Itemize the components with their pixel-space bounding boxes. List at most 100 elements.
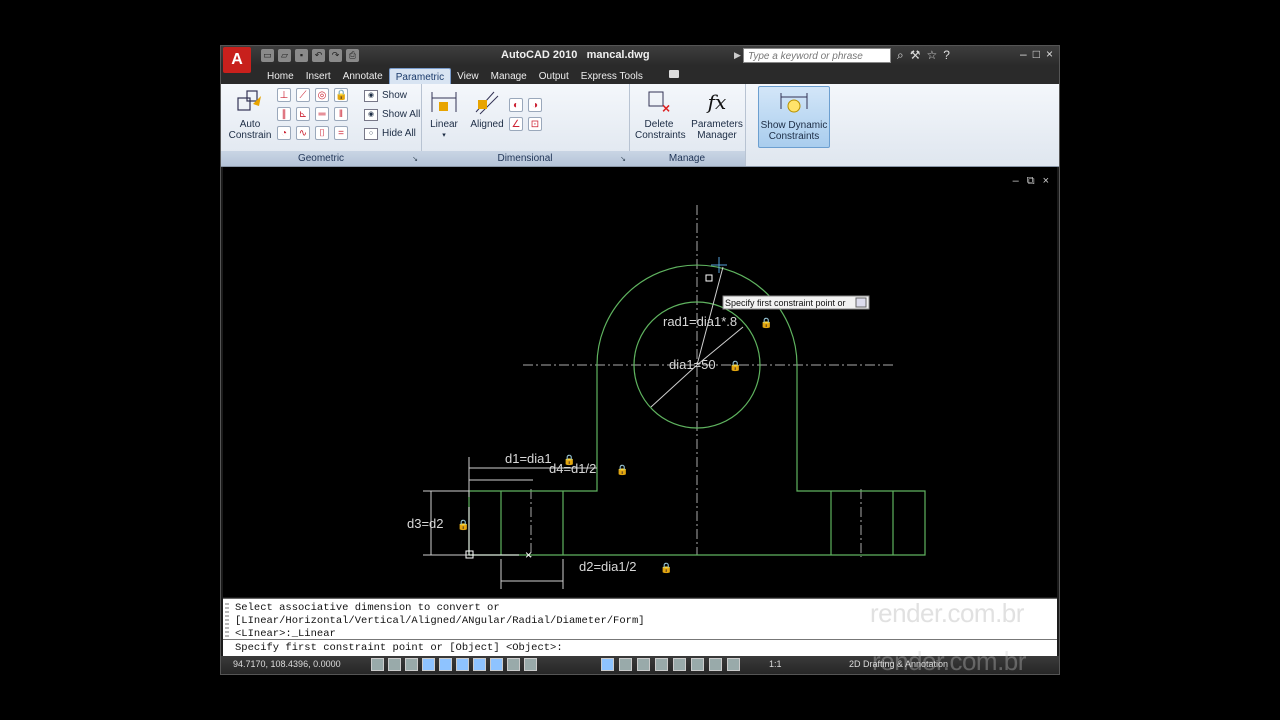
- polar-toggle[interactable]: [422, 658, 435, 671]
- tools-icon[interactable]: ⚒: [910, 48, 921, 63]
- lock-icon: 🔒: [660, 562, 672, 574]
- binoculars-icon[interactable]: ⌕: [897, 48, 904, 63]
- new-file-icon[interactable]: ▭: [261, 49, 274, 62]
- file-name: mancal.dwg: [586, 49, 650, 61]
- command-history-line-2: [LInear/Horizontal/Vertical/Aligned/ANgu…: [235, 615, 645, 627]
- auto-constrain-label: Auto: [239, 119, 261, 130]
- d3-label[interactable]: d3=d2: [407, 516, 444, 531]
- ribbon-minimize-button[interactable]: [669, 70, 679, 78]
- zoom-button[interactable]: [691, 658, 704, 671]
- diameter-constraint-icon[interactable]: ◑: [528, 98, 542, 112]
- geometric-dialog-launcher-icon[interactable]: ↘: [412, 155, 418, 163]
- angular-constraint-icon[interactable]: ∠: [509, 117, 523, 131]
- show-all-button[interactable]: ◉ Show All: [364, 105, 420, 124]
- dimensional-small-tools: ◐ ◑ ∠ ⊡: [509, 98, 542, 133]
- hide-all-button[interactable]: ○ Hide All: [364, 124, 420, 143]
- tooltip-options-icon[interactable]: [855, 297, 867, 308]
- hide-all-label: Hide All: [382, 128, 416, 139]
- maximize-icon[interactable]: □: [1033, 47, 1040, 61]
- search-expand-icon[interactable]: ▶: [734, 50, 741, 61]
- perpendicular-icon[interactable]: ⊾: [296, 107, 310, 121]
- fix-icon[interactable]: 🔒: [334, 88, 348, 102]
- show-icon: ◉: [364, 89, 378, 102]
- aligned-button[interactable]: Aligned: [467, 88, 507, 130]
- showmotion-button[interactable]: [727, 658, 740, 671]
- lock-icon: 🔒: [563, 454, 575, 466]
- model-space-button[interactable]: [601, 658, 614, 671]
- lock-icons: 🔒 🔒 🔒 🔒 🔒 🔒: [457, 317, 772, 574]
- title-bar: ▭ ▱ ▪ ↶ ↷ ⎙ AutoCAD 2010 mancal.dwg ▶ Ty…: [221, 46, 1059, 66]
- horizontal-icon[interactable]: ═: [315, 107, 329, 121]
- ribbon-tab-row: Home Insert Annotate Parametric View Man…: [221, 66, 1059, 87]
- viewport-close-icon[interactable]: ×: [1043, 175, 1049, 188]
- smooth-icon[interactable]: ∿: [296, 126, 310, 140]
- auto-constrain-label-2: Constrain: [228, 130, 272, 141]
- convert-constraint-icon[interactable]: ⊡: [528, 117, 542, 131]
- star-icon[interactable]: ☆: [927, 48, 938, 63]
- linear-button[interactable]: Linear ▾: [427, 88, 461, 141]
- radial-constraint-icon[interactable]: ◐: [509, 98, 523, 112]
- quick-view-button[interactable]: [655, 658, 668, 671]
- navigation-tools: [601, 658, 740, 671]
- steering-wheel-button[interactable]: [709, 658, 722, 671]
- otrack-toggle[interactable]: [456, 658, 469, 671]
- d1-label[interactable]: d1=dia1: [505, 451, 552, 466]
- dimensional-dialog-launcher-icon[interactable]: ↘: [620, 155, 626, 163]
- show-button[interactable]: ◉ Show: [364, 86, 420, 105]
- close-icon[interactable]: ×: [1046, 47, 1053, 61]
- collinear-icon[interactable]: ⟋: [296, 88, 310, 102]
- dia1-label[interactable]: dia1=50: [669, 357, 716, 372]
- command-line-grip[interactable]: [225, 603, 229, 637]
- symmetric-icon[interactable]: ⌷: [315, 126, 329, 140]
- dimensional-panel-title[interactable]: Dimensional: [421, 151, 629, 166]
- print-icon[interactable]: ⎙: [346, 49, 359, 62]
- window-title: AutoCAD 2010 mancal.dwg: [501, 49, 650, 61]
- parallel-icon[interactable]: ∥: [277, 107, 291, 121]
- watermark-text-2: render.com.br: [872, 646, 1026, 676]
- coordinate-readout[interactable]: 94.7170, 108.4396, 0.0000: [233, 659, 341, 669]
- rad1-label[interactable]: rad1=dia1*.8: [663, 314, 737, 329]
- manage-panel-title[interactable]: Manage: [629, 151, 745, 166]
- minimize-icon[interactable]: –: [1020, 47, 1027, 61]
- annotation-scale[interactable]: 1:1: [769, 659, 782, 669]
- command-prompt[interactable]: Specify first constraint point or [Objec…: [235, 642, 563, 655]
- save-icon[interactable]: ▪: [295, 49, 308, 62]
- grid-toggle[interactable]: [388, 658, 401, 671]
- parameters-manager-button[interactable]: fx Parameters Manager: [691, 88, 743, 141]
- layout-2-button[interactable]: [637, 658, 650, 671]
- help-icon[interactable]: ?: [943, 48, 950, 63]
- qp-toggle[interactable]: [524, 658, 537, 671]
- show-hide-list: ◉ Show ◉ Show All ○ Hide All: [364, 86, 420, 143]
- geometric-panel-title[interactable]: Geometric: [221, 151, 421, 166]
- viewport-minimize-icon[interactable]: –: [1013, 175, 1019, 188]
- auto-constrain-button[interactable]: Auto Constrain: [225, 88, 275, 141]
- osnap-toggle[interactable]: [439, 658, 452, 671]
- concentric-icon[interactable]: ◎: [315, 88, 329, 102]
- snap-toggle[interactable]: [371, 658, 384, 671]
- show-dynamic-label-2: Constraints: [768, 131, 820, 142]
- ducs-toggle[interactable]: [473, 658, 486, 671]
- undo-icon[interactable]: ↶: [312, 49, 325, 62]
- equal-icon[interactable]: =: [334, 126, 348, 140]
- application-menu-button[interactable]: A: [223, 47, 251, 73]
- open-file-icon[interactable]: ▱: [278, 49, 291, 62]
- vertical-icon[interactable]: ‖: [334, 107, 348, 121]
- tangent-icon[interactable]: ◔: [277, 126, 291, 140]
- viewport-restore-icon[interactable]: ⧉: [1027, 175, 1035, 188]
- delete-constraints-button[interactable]: × Delete Constraints: [635, 88, 686, 141]
- show-dynamic-constraints-button[interactable]: Show Dynamic Constraints: [758, 86, 830, 148]
- search-input[interactable]: Type a keyword or phrase: [743, 48, 891, 63]
- d2-label[interactable]: d2=dia1/2: [579, 559, 636, 574]
- pan-button[interactable]: [673, 658, 686, 671]
- show-dynamic-label: Show Dynamic: [760, 120, 828, 131]
- layout-1-button[interactable]: [619, 658, 632, 671]
- dyn-toggle[interactable]: [490, 658, 503, 671]
- redo-icon[interactable]: ↷: [329, 49, 342, 62]
- command-history-line-1: Select associative dimension to convert …: [235, 602, 500, 614]
- show-all-label: Show All: [382, 109, 421, 120]
- drawing-canvas[interactable]: – ⧉ × × rad1=dia1*.8 dia1=50 d1=dia1 d4=…: [223, 167, 1057, 597]
- ortho-toggle[interactable]: [405, 658, 418, 671]
- coincident-icon[interactable]: ⊥: [277, 88, 291, 102]
- linear-dropdown-icon[interactable]: ▾: [427, 130, 461, 141]
- lwt-toggle[interactable]: [507, 658, 520, 671]
